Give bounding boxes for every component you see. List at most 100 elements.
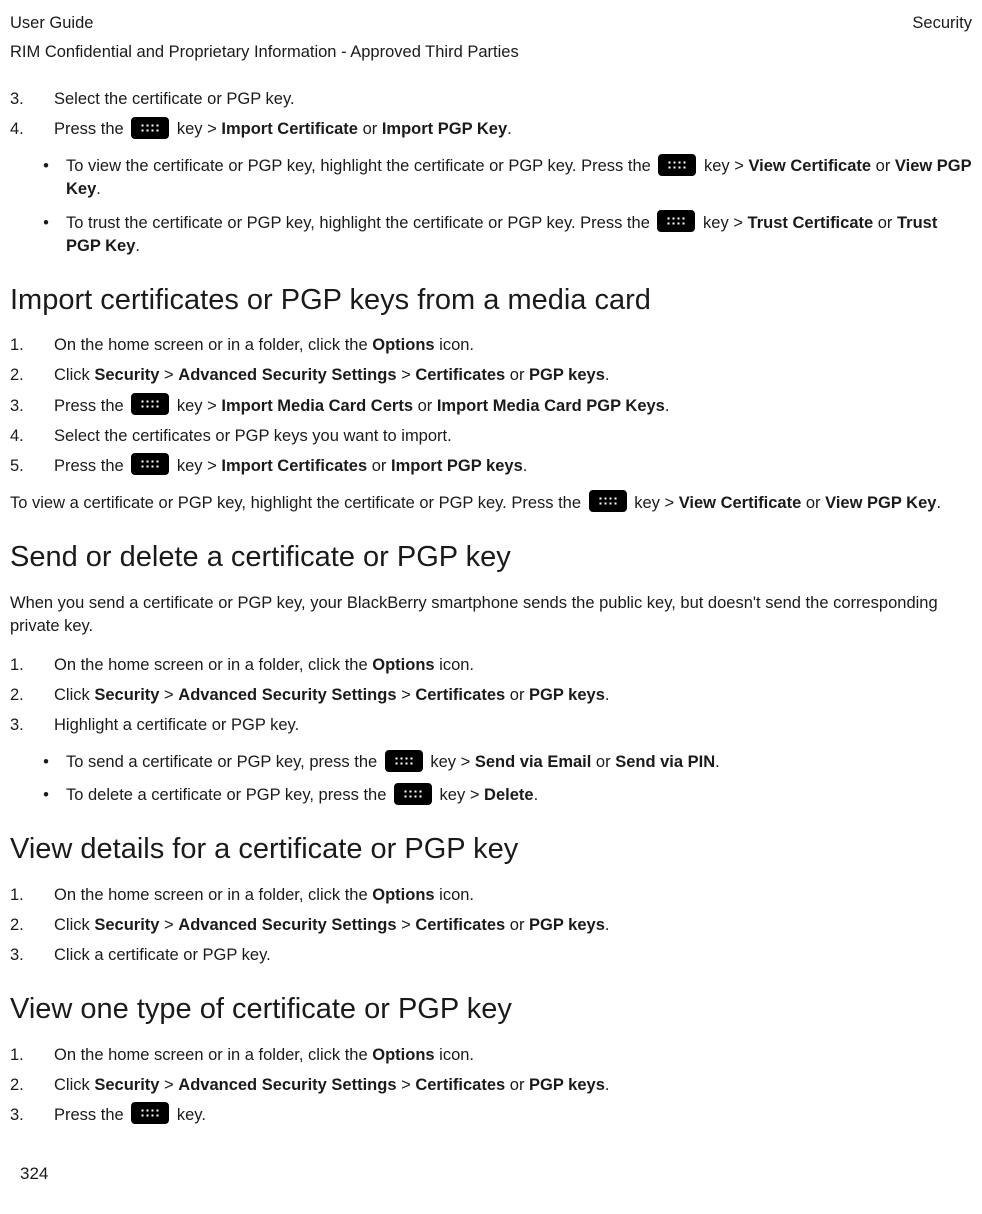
text-fragment: key > <box>172 457 221 475</box>
text-fragment: . <box>665 397 670 415</box>
text-fragment: To view the certificate or PGP key, high… <box>66 157 655 175</box>
text-fragment: icon. <box>435 656 474 674</box>
list-item: 3. Select the certificate or PGP key. <box>10 88 972 111</box>
blackberry-key-icon <box>589 490 627 512</box>
text-fragment: Press the <box>54 120 128 138</box>
list-item: 3. Press the key > Import Media Card Cer… <box>10 395 972 418</box>
text-fragment: or <box>505 686 529 704</box>
list-text: Press the key > Import Media Card Certs … <box>54 395 972 418</box>
list-text: Click Security > Advanced Security Setti… <box>54 914 972 937</box>
list-item: 1. On the home screen or in a folder, cl… <box>10 1044 972 1067</box>
bullet-icon: • <box>10 784 66 807</box>
text-fragment: icon. <box>435 1046 474 1064</box>
text-fragment: . <box>523 457 528 475</box>
list-number: 2. <box>10 684 54 707</box>
bold-text: Options <box>372 886 434 904</box>
bold-text: Certificates <box>415 686 505 704</box>
text-fragment: > <box>397 686 416 704</box>
list-text: Press the key > Import Certificate or Im… <box>54 118 972 141</box>
bold-text: Import PGP Key <box>382 120 507 138</box>
list-item: 1. On the home screen or in a folder, cl… <box>10 884 972 907</box>
heading-import-media: Import certificates or PGP keys from a m… <box>10 280 972 321</box>
import-note: To view a certificate or PGP key, highli… <box>10 492 972 515</box>
text-fragment: On the home screen or in a folder, click… <box>54 1046 372 1064</box>
text-fragment: On the home screen or in a folder, click… <box>54 656 372 674</box>
top-ordered-list: 3. Select the certificate or PGP key. 4.… <box>10 88 972 141</box>
bold-text: Import PGP keys <box>391 457 523 475</box>
bold-text: View Certificate <box>679 494 802 512</box>
list-text: On the home screen or in a folder, click… <box>54 334 972 357</box>
bullet-icon: • <box>10 751 66 774</box>
text-fragment: . <box>507 120 512 138</box>
list-item: 2. Click Security > Advanced Security Se… <box>10 364 972 387</box>
list-text: Select the certificate or PGP key. <box>54 88 972 111</box>
bold-text: PGP keys <box>529 686 605 704</box>
text-fragment: Press the <box>54 397 128 415</box>
details-ordered-list: 1. On the home screen or in a folder, cl… <box>10 884 972 967</box>
text-fragment: Press the <box>54 457 128 475</box>
bold-text: Options <box>372 336 434 354</box>
bold-text: Security <box>94 1076 159 1094</box>
list-number: 1. <box>10 334 54 357</box>
text-fragment: . <box>605 366 610 384</box>
list-text: On the home screen or in a folder, click… <box>54 1044 972 1067</box>
list-text: Click Security > Advanced Security Setti… <box>54 364 972 387</box>
heading-view-details: View details for a certificate or PGP ke… <box>10 829 972 870</box>
page: User Guide Security RIM Confidential and… <box>10 12 972 1202</box>
text-fragment: To view a certificate or PGP key, highli… <box>10 494 586 512</box>
list-item: 1. On the home screen or in a folder, cl… <box>10 654 972 677</box>
list-number: 1. <box>10 654 54 677</box>
list-text: To trust the certificate or PGP key, hig… <box>66 212 972 258</box>
bold-text: Security <box>94 686 159 704</box>
bold-text: Options <box>372 1046 434 1064</box>
bold-text: PGP keys <box>529 1076 605 1094</box>
bullet-icon: • <box>10 155 66 178</box>
list-number: 2. <box>10 364 54 387</box>
bold-text: View Certificate <box>748 157 871 175</box>
text-fragment: key > <box>698 214 747 232</box>
text-fragment: > <box>159 916 178 934</box>
text-fragment: icon. <box>435 886 474 904</box>
bold-text: Delete <box>484 786 534 804</box>
list-item: 4. Select the certificates or PGP keys y… <box>10 425 972 448</box>
blackberry-key-icon <box>657 210 695 232</box>
bold-text: Import Certificates <box>221 457 367 475</box>
bold-text: Advanced Security Settings <box>178 1076 396 1094</box>
list-text: Click a certificate or PGP key. <box>54 944 972 967</box>
list-number: 4. <box>10 425 54 448</box>
list-item: 2. Click Security > Advanced Security Se… <box>10 914 972 937</box>
blackberry-key-icon <box>658 154 696 176</box>
text-fragment: . <box>96 180 101 198</box>
text-fragment: . <box>715 753 720 771</box>
send-intro: When you send a certificate or PGP key, … <box>10 592 972 638</box>
text-fragment: or <box>413 397 437 415</box>
list-item: 5. Press the key > Import Certificates o… <box>10 455 972 478</box>
list-text: Select the certificates or PGP keys you … <box>54 425 972 448</box>
bold-text: Import Media Card PGP Keys <box>437 397 665 415</box>
text-fragment: or <box>873 214 897 232</box>
bold-text: Import Certificate <box>221 120 358 138</box>
bold-text: Advanced Security Settings <box>178 686 396 704</box>
text-fragment: key. <box>172 1106 206 1124</box>
text-fragment: or <box>367 457 391 475</box>
list-number: 3. <box>10 395 54 418</box>
text-fragment: key > <box>172 120 221 138</box>
heading-send-delete: Send or delete a certificate or PGP key <box>10 537 972 578</box>
blackberry-key-icon <box>131 453 169 475</box>
text-fragment: key > <box>426 753 475 771</box>
list-item: 1. On the home screen or in a folder, cl… <box>10 334 972 357</box>
bold-text: PGP keys <box>529 366 605 384</box>
send-ordered-list: 1. On the home screen or in a folder, cl… <box>10 654 972 737</box>
list-text: Press the key > Import Certificates or I… <box>54 455 972 478</box>
confidential-line: RIM Confidential and Proprietary Informa… <box>10 41 972 64</box>
bold-text: Certificates <box>415 916 505 934</box>
page-number: 324 <box>20 1162 48 1186</box>
list-item: • To trust the certificate or PGP key, h… <box>10 212 972 258</box>
list-number: 4. <box>10 118 54 141</box>
bold-text: Advanced Security Settings <box>178 916 396 934</box>
bold-text: Options <box>372 656 434 674</box>
bold-text: Security <box>94 366 159 384</box>
blackberry-key-icon <box>394 783 432 805</box>
text-fragment: To delete a certificate or PGP key, pres… <box>66 786 391 804</box>
type-ordered-list: 1. On the home screen or in a folder, cl… <box>10 1044 972 1127</box>
